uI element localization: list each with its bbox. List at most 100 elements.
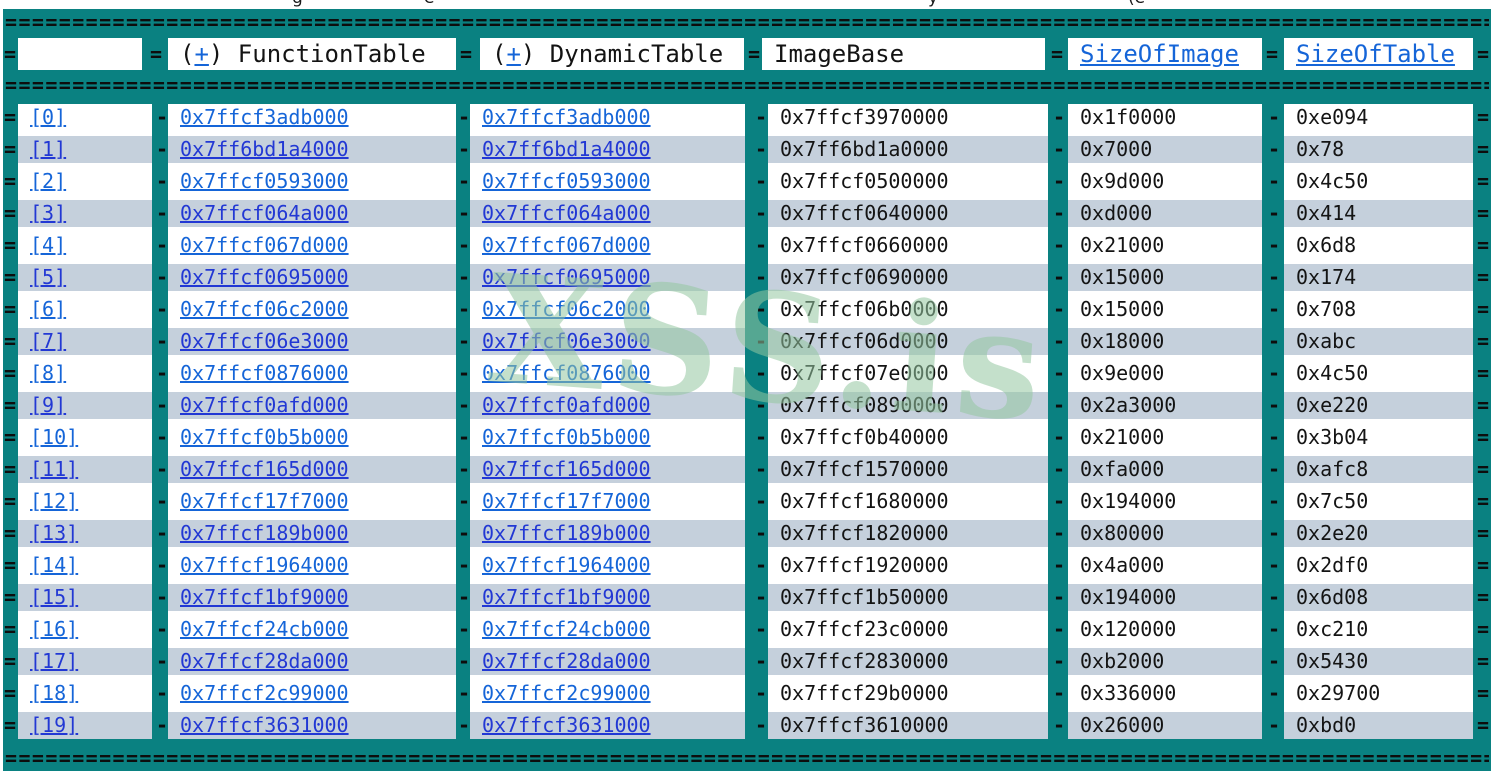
size-of-image-value: 0x80000 xyxy=(1068,520,1262,547)
cell-separator: - xyxy=(458,233,471,257)
size-of-table-value: 0x414 xyxy=(1284,200,1473,227)
row-index-link[interactable]: [5] xyxy=(30,265,66,289)
row-index-link[interactable]: [3] xyxy=(30,201,66,225)
function-table-link[interactable]: 0x7ffcf0b5b000 xyxy=(180,425,349,449)
row-index-link[interactable]: [10] xyxy=(30,425,78,449)
function-table-link[interactable]: 0x7ffcf3631000 xyxy=(180,713,349,737)
dynamic-table-link[interactable]: 0x7ffcf1bf9000 xyxy=(482,585,651,609)
dynamic-table-link[interactable]: 0x7ffcf2c99000 xyxy=(482,681,651,705)
row-border-left: = xyxy=(4,265,17,289)
dynamic-table-link[interactable]: 0x7ffcf24cb000 xyxy=(482,617,651,641)
function-table-link[interactable]: 0x7ffcf0876000 xyxy=(180,361,349,385)
dynamic-table-link[interactable]: 0x7ffcf0876000 xyxy=(482,361,651,385)
cell-separator: - xyxy=(755,361,768,385)
function-table-cell: 0x7ffcf1bf9000 xyxy=(168,584,456,611)
cell-separator: - xyxy=(1053,457,1066,481)
size-of-image-value: 0x1f0000 xyxy=(1068,104,1262,131)
table-row: = [7] -0x7ffcf06e3000-0x7ffcf06e3000-0x7ff… xyxy=(3,328,1491,355)
function-table-link[interactable]: 0x7ffcf067d000 xyxy=(180,233,349,257)
dynamic-table-link[interactable]: 0x7ffcf165d000 xyxy=(482,457,651,481)
dynamic-table-link[interactable]: 0x7ffcf06e3000 xyxy=(482,329,651,353)
function-table-link[interactable]: 0x7ffcf2c99000 xyxy=(180,681,349,705)
cell-separator: - xyxy=(755,265,768,289)
dynamic-table-cell: 0x7ffcf165d000 xyxy=(470,456,745,483)
function-table-link[interactable]: 0x7ffcf0593000 xyxy=(180,169,349,193)
row-index-link[interactable]: [14] xyxy=(30,553,78,577)
row-border-right: = xyxy=(1477,361,1490,385)
page: g e y (e ===============================… xyxy=(0,0,1491,777)
row-index-link[interactable]: [8] xyxy=(30,361,66,385)
row-index-link[interactable]: [12] xyxy=(30,489,78,513)
function-table-link[interactable]: 0x7ffcf3adb000 xyxy=(180,105,349,129)
function-table-link[interactable]: 0x7ffcf1964000 xyxy=(180,553,349,577)
cell-separator: - xyxy=(1053,105,1066,129)
row-index-link[interactable]: [9] xyxy=(30,393,66,417)
dynamic-table-link[interactable]: 0x7ffcf3631000 xyxy=(482,713,651,737)
function-table-link[interactable]: 0x7ffcf0695000 xyxy=(180,265,349,289)
dynamic-table-link[interactable]: 0x7ffcf064a000 xyxy=(482,201,651,225)
row-index-link[interactable]: [13] xyxy=(30,521,78,545)
function-table-link[interactable]: 0x7ffcf24cb000 xyxy=(180,617,349,641)
row-index-link[interactable]: [6] xyxy=(30,297,66,321)
dynamic-table-cell: 0x7ffcf17f7000 xyxy=(470,488,745,515)
cell-separator: - xyxy=(755,553,768,577)
dynamic-table-link[interactable]: 0x7ffcf0b5b000 xyxy=(482,425,651,449)
cell-separator: - xyxy=(1268,553,1281,577)
dynamic-table-link[interactable]: 0x7ffcf0593000 xyxy=(482,169,651,193)
header-border: = xyxy=(1477,42,1490,66)
index-cell: [7] xyxy=(18,328,152,355)
function-table-link[interactable]: 0x7ffcf189b000 xyxy=(180,521,349,545)
header-border: = xyxy=(4,42,17,66)
expand-dynamic-table-link[interactable]: + xyxy=(506,40,520,68)
function-table-link[interactable]: 0x7ff6bd1a4000 xyxy=(180,137,349,161)
function-table-link[interactable]: 0x7ffcf06e3000 xyxy=(180,329,349,353)
dynamic-table-link[interactable]: 0x7ff6bd1a4000 xyxy=(482,137,651,161)
dynamic-table-link[interactable]: 0x7ffcf17f7000 xyxy=(482,489,651,513)
function-table-link[interactable]: 0x7ffcf165d000 xyxy=(180,457,349,481)
expand-function-table-link[interactable]: + xyxy=(194,40,208,68)
function-table-cell: 0x7ffcf189b000 xyxy=(168,520,456,547)
dynamic-table-link[interactable]: 0x7ffcf189b000 xyxy=(482,521,651,545)
dynamic-table-link[interactable]: 0x7ffcf3adb000 xyxy=(482,105,651,129)
header-size-of-table-link[interactable]: SizeOfTable xyxy=(1284,38,1473,70)
header-size-of-image-link[interactable]: SizeOfImage xyxy=(1068,38,1262,70)
row-index-link[interactable]: [18] xyxy=(30,681,78,705)
cell-separator: - xyxy=(755,169,768,193)
function-table-link[interactable]: 0x7ffcf28da000 xyxy=(180,649,349,673)
row-index-link[interactable]: [15] xyxy=(30,585,78,609)
function-table-link[interactable]: 0x7ffcf17f7000 xyxy=(180,489,349,513)
cell-separator: - xyxy=(1053,137,1066,161)
image-base-value: 0x7ffcf1570000 xyxy=(768,456,1048,483)
cell-separator: - xyxy=(156,329,169,353)
row-index-link[interactable]: [7] xyxy=(30,329,66,353)
cell-separator: - xyxy=(1053,521,1066,545)
row-index-link[interactable]: [17] xyxy=(30,649,78,673)
dynamic-table-link[interactable]: 0x7ffcf1964000 xyxy=(482,553,651,577)
row-index-link[interactable]: [1] xyxy=(30,137,66,161)
row-index-link[interactable]: [0] xyxy=(30,105,66,129)
function-table-link[interactable]: 0x7ffcf1bf9000 xyxy=(180,585,349,609)
dynamic-table-link[interactable]: 0x7ffcf06c2000 xyxy=(482,297,651,321)
dynamic-table-link[interactable]: 0x7ffcf28da000 xyxy=(482,649,651,673)
row-border-right: = xyxy=(1477,265,1490,289)
function-table-link[interactable]: 0x7ffcf06c2000 xyxy=(180,297,349,321)
row-index-link[interactable]: [2] xyxy=(30,169,66,193)
row-index-link[interactable]: [11] xyxy=(30,457,78,481)
dynamic-table-cell: 0x7ffcf06c2000 xyxy=(470,296,745,323)
cell-separator: - xyxy=(156,649,169,673)
dynamic-table-link[interactable]: 0x7ffcf067d000 xyxy=(482,233,651,257)
size-of-table-value: 0x4c50 xyxy=(1284,360,1473,387)
row-index-link[interactable]: [16] xyxy=(30,617,78,641)
row-index-link[interactable]: [4] xyxy=(30,233,66,257)
image-base-value: 0x7ffcf0b40000 xyxy=(768,424,1048,451)
dynamic-table-link[interactable]: 0x7ffcf0afd000 xyxy=(482,393,651,417)
size-of-image-value: 0x15000 xyxy=(1068,296,1262,323)
cell-separator: - xyxy=(156,169,169,193)
dynamic-table-link[interactable]: 0x7ffcf0695000 xyxy=(482,265,651,289)
function-table-link[interactable]: 0x7ffcf0afd000 xyxy=(180,393,349,417)
index-cell: [16] xyxy=(18,616,152,643)
size-of-table-value: 0x174 xyxy=(1284,264,1473,291)
cell-separator: - xyxy=(1053,649,1066,673)
function-table-link[interactable]: 0x7ffcf064a000 xyxy=(180,201,349,225)
row-index-link[interactable]: [19] xyxy=(30,713,78,737)
